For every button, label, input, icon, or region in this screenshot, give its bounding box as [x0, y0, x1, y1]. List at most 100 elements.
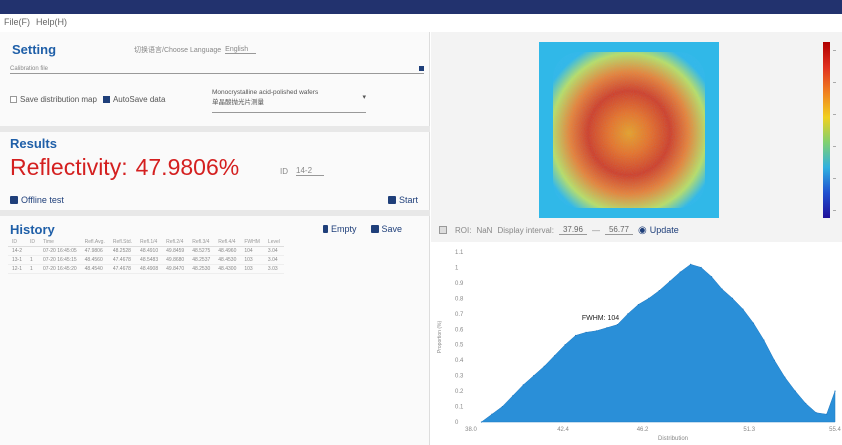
data-point	[554, 354, 556, 357]
data-point	[669, 280, 671, 282]
y-tick-label: 1	[455, 265, 459, 271]
data-point	[627, 313, 629, 315]
table-header: ID ID Time Refl.Avg. Refl.Std. Refl.1/4 Refl.2…	[8, 238, 284, 247]
start-button[interactable]: Start	[388, 195, 418, 205]
offline-test-label: Offline test	[21, 195, 64, 205]
table-cell: 3.04	[263, 255, 284, 265]
right-panel: ROI: NaN Display interval: 37.96 — 56.77…	[431, 32, 842, 445]
column-header[interactable]: Refl.2/4	[162, 238, 189, 247]
menu-bar: File(F) Help(H)	[0, 14, 842, 32]
table-cell	[26, 246, 40, 256]
data-point	[815, 412, 817, 414]
update-button[interactable]: ◉ Update	[638, 225, 679, 236]
data-point	[658, 290, 660, 292]
roi-checkbox[interactable]	[439, 226, 447, 234]
divider	[0, 210, 430, 216]
y-tick-label: 0.6	[455, 327, 464, 333]
table-cell: 48.2528	[108, 246, 137, 256]
data-point	[763, 339, 765, 341]
color-scale-tick	[833, 178, 836, 179]
table-cell: 14-2	[8, 246, 27, 256]
data-point	[616, 324, 619, 326]
trash-icon	[323, 225, 328, 233]
data-point	[834, 390, 836, 392]
table-cell: 47.4678	[108, 255, 137, 265]
offline-test-button[interactable]: Offline test	[10, 195, 64, 205]
reflectivity-map	[539, 42, 719, 218]
sample-type-select[interactable]: Monocrystalline acid-polished wafers 单晶酸…	[212, 89, 366, 113]
column-header[interactable]: Refl.4/4	[214, 238, 241, 247]
data-point	[491, 413, 493, 415]
display-interval-label: Display interval:	[497, 225, 554, 235]
table-cell: 48.4560	[80, 255, 109, 265]
data-point	[533, 375, 535, 377]
column-header[interactable]: Level	[263, 238, 284, 247]
table-row[interactable]: 12-1 1 07-20 16:45:20 48.4540 47.4678 48.4908…	[8, 264, 284, 274]
data-point	[742, 308, 744, 310]
table-cell: 47.9806	[80, 246, 109, 256]
data-point	[794, 390, 796, 392]
save-button[interactable]: Save	[370, 224, 402, 234]
save-distribution-label: Save distribution map	[20, 95, 97, 104]
chart-icon	[10, 196, 18, 204]
y-tick-label: 0.1	[455, 405, 464, 411]
data-point	[480, 421, 483, 423]
table-cell: 3.03	[263, 264, 284, 274]
folder-icon[interactable]	[419, 66, 424, 71]
history-table: ID ID Time Refl.Avg. Refl.Std. Refl.1/4 Refl.2…	[8, 238, 284, 274]
column-header[interactable]: Refl.Avg.	[80, 238, 109, 247]
column-header[interactable]: Refl.1/4	[136, 238, 163, 247]
left-panel: Setting 切换语言/Choose Language English Cal…	[0, 32, 430, 445]
table-row[interactable]: 13-1 1 07-20 16:45:15 48.4560 47.4678 48.5483…	[8, 255, 284, 265]
data-point	[710, 276, 713, 278]
column-header[interactable]: Time	[39, 238, 81, 247]
divider	[0, 126, 430, 132]
table-cell: 12-1	[8, 264, 27, 274]
color-scale-tick	[833, 114, 836, 115]
update-label: Update	[649, 225, 679, 235]
id-input[interactable]: 14-2	[296, 166, 325, 176]
data-point	[805, 402, 807, 405]
data-point	[784, 376, 786, 378]
title-bar	[0, 0, 842, 14]
color-scale-tick	[833, 82, 836, 83]
column-header[interactable]: Refl.Std.	[108, 238, 137, 247]
table-cell: 103	[240, 255, 264, 265]
autosave-checkbox[interactable]	[102, 96, 110, 103]
y-tick-label: 0.7	[455, 312, 464, 318]
column-header[interactable]: ID	[26, 238, 40, 247]
results-title: Results	[10, 136, 57, 151]
save-icon	[370, 225, 379, 233]
menu-file[interactable]: File(F)	[4, 17, 30, 29]
language-select[interactable]: English	[225, 46, 257, 54]
empty-label: Empty	[331, 224, 357, 234]
column-header[interactable]: FWHM	[240, 238, 264, 247]
table-cell: 3.04	[263, 246, 284, 256]
calibration-file-input[interactable]: Calibration file	[10, 66, 48, 72]
chevron-down-icon: ▾	[362, 94, 366, 101]
column-header[interactable]: ID	[8, 238, 27, 247]
column-header[interactable]: Refl.3/4	[188, 238, 215, 247]
interval-max-input[interactable]: 56.77	[604, 225, 633, 235]
camera-icon	[388, 196, 396, 204]
interval-min-input[interactable]: 37.96	[558, 225, 587, 235]
y-tick-label: 0.9	[455, 281, 464, 287]
table-cell: 47.4678	[108, 264, 137, 274]
roi-value: NaN	[476, 225, 493, 235]
sample-type-line1: Monocrystalline acid-polished wafers	[212, 89, 319, 96]
autosave-label: AutoSave data	[112, 95, 166, 104]
data-point	[522, 384, 524, 386]
table-row[interactable]: 14-2 07-20 16:45:05 47.9806 48.2528 48.4910 4…	[8, 246, 284, 256]
save-distribution-checkbox[interactable]	[10, 96, 17, 103]
y-tick-label: 0.2	[455, 389, 464, 395]
color-scale-tick	[833, 210, 836, 211]
language-label: 切换语言/Choose Language	[134, 47, 222, 54]
data-point	[731, 297, 734, 299]
table-cell: 49.8680	[162, 255, 189, 265]
table-body: 14-2 07-20 16:45:05 47.9806 48.2528 48.4910 4…	[8, 246, 284, 274]
x-tick-label: 38.0	[465, 427, 477, 433]
eye-icon: ◉	[638, 224, 647, 236]
menu-help[interactable]: Help(H)	[36, 17, 67, 29]
empty-button[interactable]: Empty	[323, 224, 357, 234]
table-cell: 13-1	[8, 255, 27, 265]
